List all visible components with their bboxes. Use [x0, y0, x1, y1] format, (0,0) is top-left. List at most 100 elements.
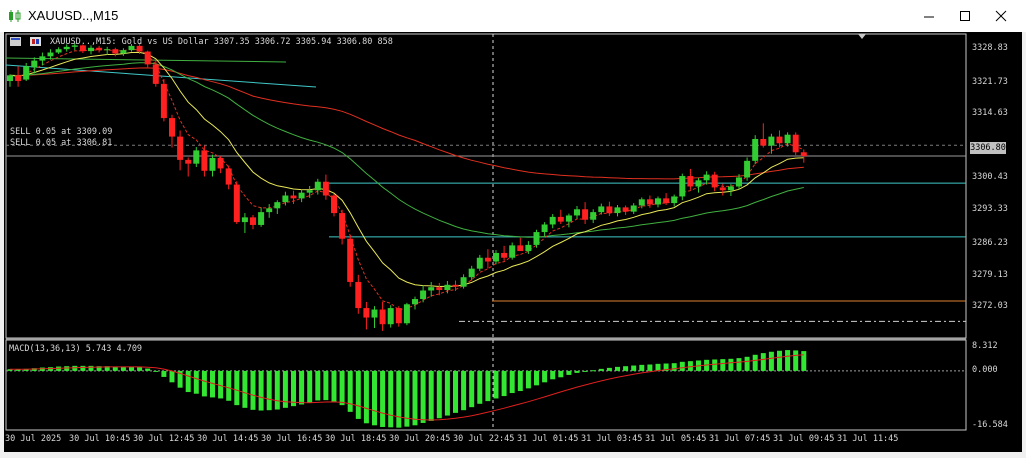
candle-body: [403, 304, 410, 324]
price-axis-label: 3293.33: [972, 204, 1008, 214]
time-axis-label: 31 Jul 03:45: [581, 434, 643, 444]
current-price-tag: 3306.80: [970, 142, 1006, 154]
candle-body: [784, 134, 791, 144]
candle-body: [760, 138, 767, 146]
price-chart[interactable]: XAUUSD..,M15: Gold vs US Dollar 3307.35 …: [4, 32, 1022, 452]
candle-body: [598, 206, 605, 213]
macd-histogram-bar: [323, 370, 329, 401]
candle-body: [241, 217, 248, 223]
macd-histogram-bar: [801, 351, 807, 371]
close-button[interactable]: [984, 0, 1018, 32]
macd-histogram-bar: [274, 370, 280, 410]
candle-body: [31, 60, 38, 68]
macd-histogram-bar: [145, 368, 151, 371]
candle-body: [679, 176, 686, 197]
candle-body: [347, 238, 354, 282]
symbol-ohlc-label: XAUUSD..,M15: Gold vs US Dollar 3307.35 …: [50, 37, 393, 47]
macd-indicator-label: MACD(13,36,13) 5.743 4.709: [9, 344, 143, 354]
sell-order-label[interactable]: SELL 0.05 at 3306.81: [10, 138, 112, 148]
candle-body: [282, 195, 289, 203]
candle-body: [395, 308, 402, 324]
macd-histogram-bar: [469, 370, 475, 408]
price-axis-label: 3300.43: [972, 172, 1008, 182]
candle-body: [533, 232, 540, 245]
candle-body: [339, 213, 346, 239]
candle-body: [39, 56, 46, 61]
macd-histogram-bar: [582, 370, 588, 372]
macd-histogram-bar: [509, 370, 515, 394]
candle-body: [225, 168, 232, 185]
candle-body: [420, 290, 427, 300]
shift-marker-icon: [858, 34, 866, 39]
macd-histogram-bar: [347, 370, 353, 412]
macd-histogram-bar: [728, 358, 734, 371]
moving-average-red: [9, 67, 804, 180]
candle-body: [209, 157, 216, 171]
chart-canvas[interactable]: [4, 32, 1022, 452]
time-axis-label: 31 Jul 09:45: [773, 434, 835, 444]
candle-body: [96, 47, 103, 51]
candle-body: [47, 52, 54, 57]
macd-histogram-bar: [736, 358, 742, 371]
macd-histogram-bar: [258, 370, 264, 411]
candle-body: [371, 309, 378, 318]
maximize-button[interactable]: [948, 0, 982, 32]
candle-body: [768, 136, 775, 146]
candle-body: [484, 257, 491, 262]
candle-body: [160, 83, 167, 119]
time-axis-label: 30 Jul 22:45: [453, 434, 515, 444]
candle-body: [322, 181, 329, 196]
macd-histogram-bar: [720, 359, 726, 371]
macd-axis-label: 0.000: [972, 365, 998, 375]
candle-body: [695, 180, 702, 187]
candle-body: [638, 199, 645, 206]
macd-histogram-bar: [517, 370, 523, 392]
candle-body: [306, 190, 313, 193]
candle-body: [614, 207, 621, 214]
macd-histogram-bar: [631, 365, 637, 371]
moving-average-yellow: [9, 51, 804, 288]
candle-body: [274, 202, 281, 209]
candle-body: [152, 64, 159, 84]
candle-body: [112, 49, 119, 54]
candle-body: [476, 257, 483, 269]
candle-body: [355, 281, 362, 309]
macd-histogram-bar: [242, 370, 248, 408]
macd-histogram-bar: [250, 370, 256, 410]
candle-body: [727, 186, 734, 191]
candle-body: [549, 216, 556, 225]
candle-body: [557, 216, 564, 222]
candle-body: [7, 75, 13, 82]
time-axis-label: 30 Jul 16:45: [261, 434, 323, 444]
candle-body: [363, 308, 370, 318]
candle-body: [436, 287, 443, 291]
candle-body: [501, 252, 508, 258]
macd-histogram-bar: [331, 370, 337, 402]
candle-body: [428, 287, 435, 291]
candle-body: [493, 252, 499, 262]
macd-histogram-bar: [639, 364, 645, 371]
macd-histogram-bar: [420, 370, 426, 423]
candle-body: [144, 51, 151, 65]
candle-body: [444, 284, 451, 291]
one-click-trading-icon[interactable]: [30, 37, 41, 46]
candle-body: [460, 277, 467, 287]
macd-histogram-bar: [436, 370, 442, 419]
sell-order-label[interactable]: SELL 0.05 at 3309.09: [10, 127, 112, 137]
macd-histogram-bar: [380, 370, 386, 427]
macd-histogram-bar: [647, 364, 653, 371]
candle-body: [88, 47, 94, 52]
macd-histogram-bar: [372, 370, 377, 426]
candle-body: [687, 176, 694, 187]
time-axis-label: 30 Jul 12:45: [133, 434, 195, 444]
macd-histogram-bar: [453, 370, 458, 413]
time-axis-label: 31 Jul 11:45: [837, 434, 899, 444]
price-axis-label: 3272.03: [972, 301, 1008, 311]
macd-histogram-bar: [80, 365, 86, 371]
macd-axis-label: -16.584: [972, 420, 1008, 430]
macd-histogram-bar: [72, 365, 78, 371]
macd-histogram-bar: [412, 370, 418, 426]
minimize-button[interactable]: [912, 0, 946, 32]
candle-body: [655, 198, 661, 205]
macd-histogram-bar: [266, 370, 272, 411]
